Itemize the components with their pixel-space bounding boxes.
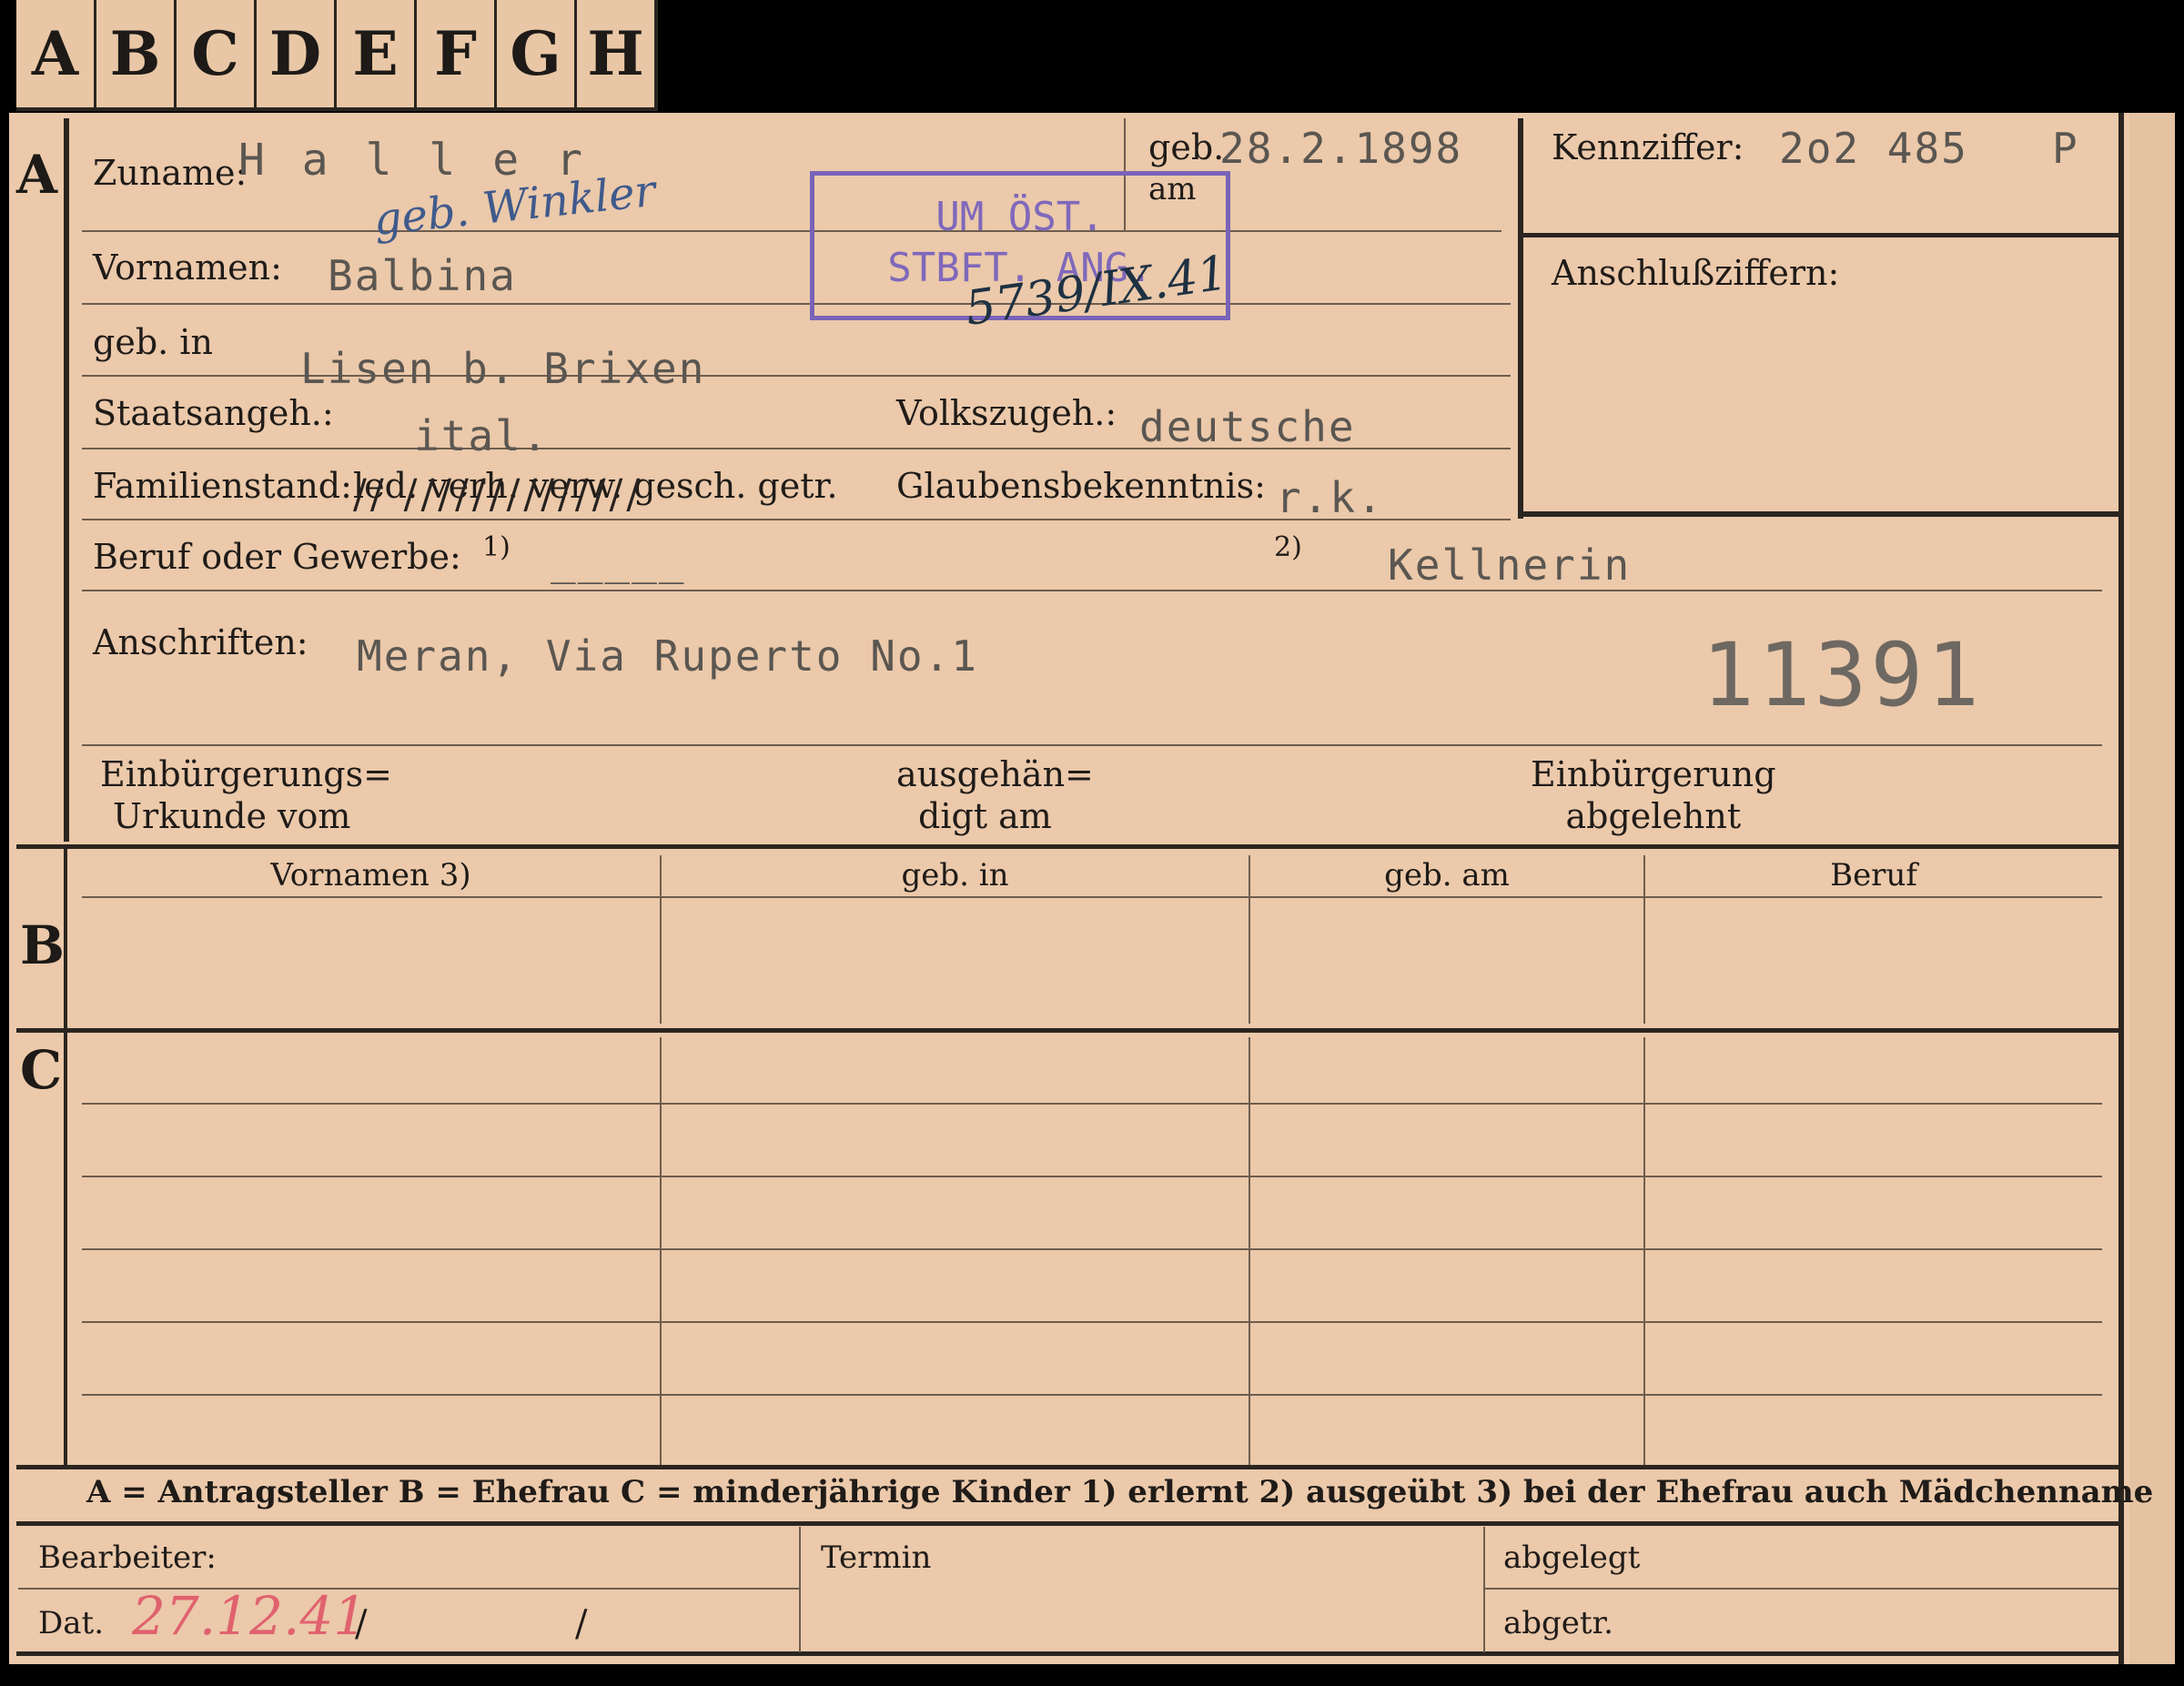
row-rule (82, 1394, 2102, 1396)
date-value: 27.12.41 (132, 1585, 368, 1647)
header-rule (82, 896, 2102, 898)
card-right-border (2118, 113, 2124, 1664)
row-rule (82, 303, 1511, 305)
naturalization-label-line-2: Urkunde vom (113, 796, 351, 836)
rejected-label: Einbürgerung abgelehnt (1531, 753, 1776, 837)
section-c-bottom-rule (16, 1465, 2122, 1469)
ref-box-left (1518, 118, 1523, 519)
date-slash-1: / (355, 1603, 368, 1645)
row-rule (82, 375, 1511, 377)
footer-col-rule (799, 1527, 801, 1652)
row-rule (82, 1176, 2102, 1177)
issued-label-line-2: digt am (918, 796, 1052, 836)
tab-b[interactable]: B (94, 0, 174, 107)
profession-learned-value: _____ (551, 535, 686, 584)
footer-col-rule (1483, 1527, 1485, 1652)
marital-status-label: Familienstand: (93, 466, 352, 506)
issued-label-line-1: ausgehän= (896, 754, 1094, 794)
legend-text: A = Antragsteller B = Ehefrau C = minder… (86, 1474, 2154, 1510)
col-rule (660, 1037, 662, 1465)
tab-h[interactable]: H (574, 0, 654, 107)
footer-row-rule (1485, 1588, 2118, 1590)
linked-numbers-label: Anschlußziffern: (1552, 253, 1840, 293)
section-a-letter: A (16, 144, 58, 206)
card-edge (2129, 113, 2175, 1664)
date-label: Dat. (38, 1605, 105, 1641)
rejected-label-line-1: Einbürgerung (1531, 754, 1776, 794)
row-rule (82, 1103, 2102, 1105)
birthplace-value: Lisen b. Brixen (300, 344, 706, 393)
table-header-birthdate: geb. am (1384, 857, 1510, 893)
table-header-profession: Beruf (1830, 857, 1917, 893)
tab-c[interactable]: C (174, 0, 254, 107)
filed-label: abgelegt (1503, 1540, 1641, 1576)
section-a-divider (64, 118, 69, 842)
profession-practiced-value: Kellnerin (1388, 540, 1632, 590)
deadline-label: Termin (821, 1540, 932, 1576)
row-rule (82, 230, 1502, 232)
issued-label: ausgehän= digt am (896, 753, 1094, 837)
col-rule (1643, 1037, 1645, 1465)
citizenship-value: ital. (414, 411, 550, 460)
tab-e[interactable]: E (334, 0, 414, 107)
processor-label: Bearbeiter: (38, 1540, 217, 1576)
ethnicity-label: Volkszugeh.: (896, 393, 1117, 433)
legend-bottom-rule (16, 1521, 2122, 1526)
tab-d[interactable]: D (254, 0, 334, 107)
birthdate-label-geb: geb. (1148, 127, 1225, 167)
birthdate-value: 28.2.1898 (1219, 124, 1463, 173)
profession-footnote-1: 1) (482, 531, 511, 563)
rejected-label-line-2: abgelehnt (1565, 796, 1742, 836)
section-c-letter: C (20, 1039, 63, 1101)
surname-label: Zuname: (93, 153, 248, 193)
date-slash-2: / (575, 1603, 588, 1645)
card-bottom-rule (16, 1651, 2122, 1656)
firstnames-label: Vornamen: (93, 247, 282, 288)
religion-label: Glaubensbekenntnis: (896, 466, 1266, 506)
ref-label: Kennziffer: (1552, 127, 1744, 167)
tab-f[interactable]: F (414, 0, 494, 107)
citizenship-label: Staatsangeh.: (93, 393, 334, 433)
section-b-letter: B (20, 914, 66, 976)
address-value: Meran, Via Ruperto No.1 (357, 631, 978, 681)
col-rule (1249, 1037, 1250, 1465)
ref-value: 2o2 485 (1779, 124, 1968, 173)
row-rule (82, 1248, 2102, 1250)
ref-box-mid (1518, 233, 2118, 237)
tab-g[interactable]: G (494, 0, 574, 107)
row-rule (82, 744, 2102, 746)
tab-a[interactable]: A (16, 0, 94, 107)
ethnicity-value: deutsche (1139, 402, 1356, 451)
stamp-line-1: UM ÖST. (935, 194, 1105, 240)
section-a-bottom-rule (16, 844, 2122, 849)
section-b-bottom-rule (16, 1028, 2122, 1033)
table-header-birthplace: geb. in (901, 857, 1009, 893)
firstnames-value: Balbina (328, 251, 517, 300)
profession-label: Beruf oder Gewerbe: (93, 537, 461, 577)
file-number: 11391 (1702, 624, 1983, 726)
row-rule (82, 1321, 2102, 1323)
marital-status-strikeouts: // ////////////// (353, 471, 644, 518)
profession-footnote-2: 2) (1274, 531, 1302, 563)
address-label: Anschriften: (93, 622, 308, 662)
naturalization-label-line-1: Einbürgerungs= (100, 754, 392, 794)
dispatched-label: abgetr. (1503, 1605, 1613, 1641)
religion-value: r.k. (1276, 473, 1384, 522)
letter-tab-strip: A B C D E F G H (16, 0, 658, 111)
ref-suffix: P (2052, 124, 2079, 173)
ref-box-bottom (1518, 511, 2118, 517)
row-rule (82, 590, 2102, 591)
table-header-firstnames: Vornamen 3) (270, 857, 471, 893)
naturalization-label: Einbürgerungs= Urkunde vom (100, 753, 392, 837)
birthplace-label: geb. in (93, 322, 213, 362)
